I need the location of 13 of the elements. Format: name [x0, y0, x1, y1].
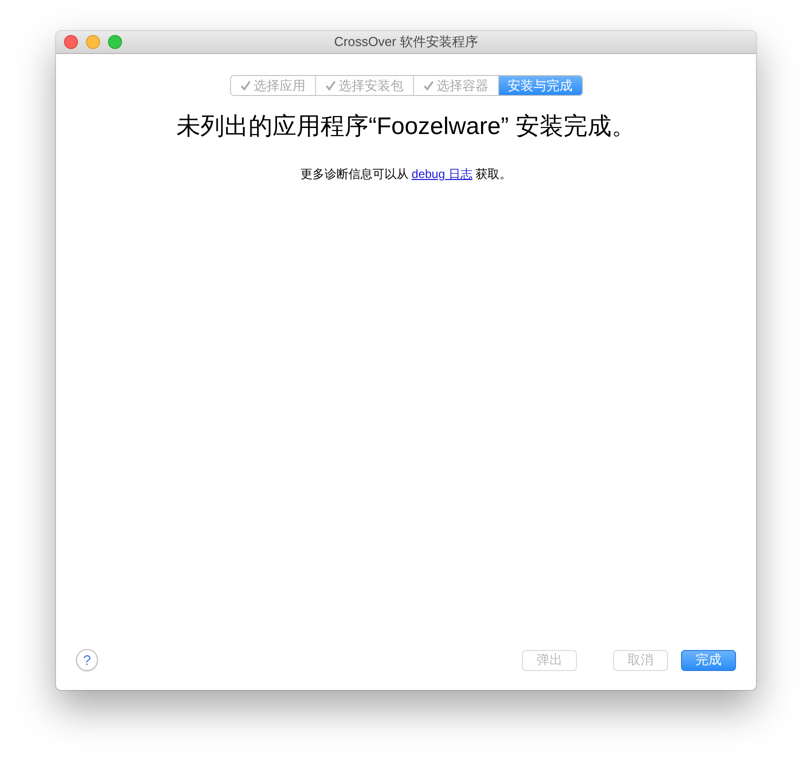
check-icon: [240, 80, 250, 91]
check-icon: [422, 80, 434, 91]
help-button[interactable]: ?: [76, 649, 98, 671]
window-title: CrossOver 软件安装程序: [334, 34, 478, 49]
message-text: 更多诊断信息可以从 debug 日志 获取。: [300, 166, 512, 183]
check-icon: [324, 80, 336, 91]
step-tab[interactable]: 安装与完成: [498, 76, 582, 95]
debug-log-link[interactable]: debug 日志: [412, 167, 472, 181]
zoom-button[interactable]: [108, 35, 122, 49]
close-button[interactable]: [64, 35, 78, 49]
dialog-button[interactable]: 完成: [681, 650, 736, 670]
minimize-button[interactable]: [86, 35, 100, 49]
heading: 未列出的应用程序“Foozelware” 安装完成。: [176, 112, 636, 142]
